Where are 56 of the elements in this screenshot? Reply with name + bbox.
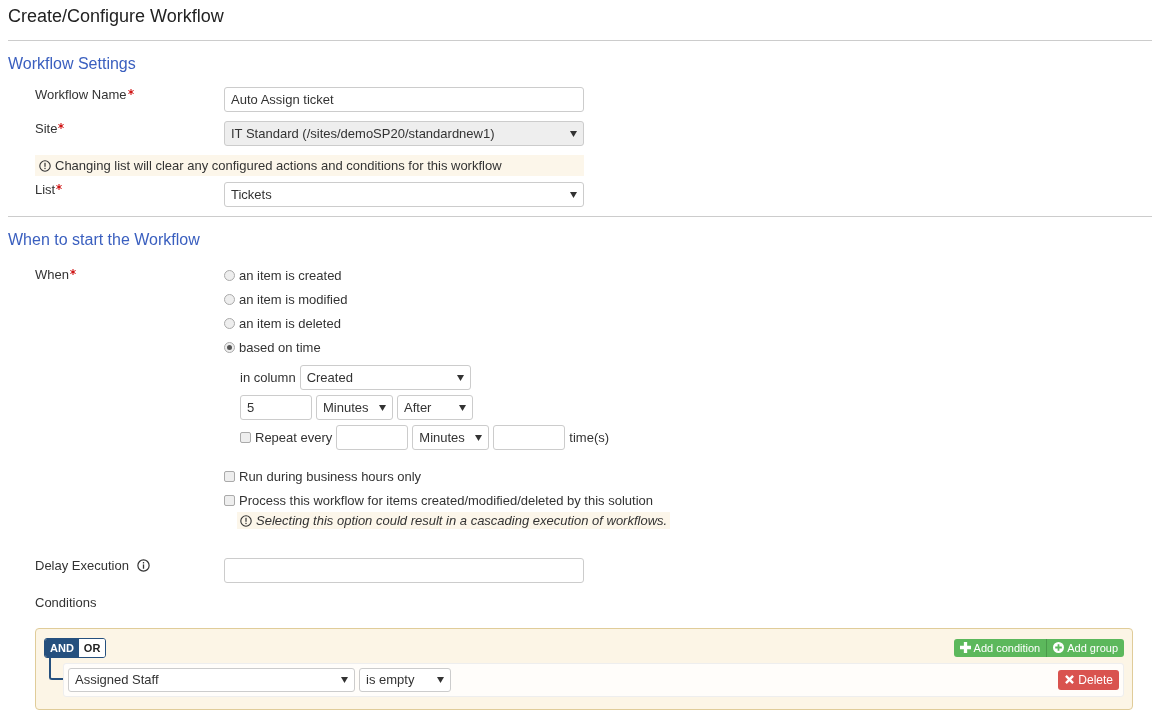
field-label: List (35, 182, 56, 197)
logic-toggle[interactable]: AND (45, 638, 79, 657)
warning-message: Changing list will clear any configured actions and conditions for this workflow (35, 155, 584, 176)
field-label: in column (240, 370, 296, 385)
caret-icon (459, 404, 466, 411)
caret-icon (570, 191, 577, 198)
field-label: Conditions (35, 594, 97, 610)
field-label: Site (35, 121, 58, 136)
caret-icon (379, 404, 386, 411)
field-label: time(s) (569, 430, 610, 445)
checkbox-label: Run during business hours only (239, 468, 422, 484)
checkbox-label: Repeat every (255, 430, 333, 445)
caret-icon (341, 676, 348, 683)
dropdown[interactable]: Assigned Staff (68, 667, 355, 692)
radio-label: an item is deleted (239, 315, 341, 331)
radio-button[interactable] (224, 293, 235, 305)
field-label: Delay Execution (35, 557, 129, 573)
radio-button[interactable] (224, 341, 235, 353)
checkbox-label: Process this workflow for items created/modified/deleted by this solution (239, 492, 654, 508)
checkbox[interactable] (224, 494, 235, 506)
info-icon[interactable] (136, 558, 150, 572)
dropdown[interactable]: After (397, 395, 473, 420)
radio-label: an item is modified (239, 291, 348, 307)
dropdown[interactable]: Minutes (316, 395, 393, 420)
input-field[interactable] (224, 557, 584, 583)
plus-circle-icon (1053, 642, 1065, 653)
warning-icon (39, 159, 51, 172)
input-field[interactable]: 5 (240, 395, 312, 420)
section-heading: When to start the Workflow (8, 231, 201, 249)
section-heading: Workflow Settings (8, 55, 137, 73)
caret-icon (570, 130, 577, 137)
radio-label: based on time (239, 339, 321, 355)
field-label: Workflow Name (35, 87, 127, 102)
input-field[interactable] (493, 425, 566, 450)
delete-button[interactable]: Delete (1058, 669, 1119, 690)
checkbox[interactable] (224, 470, 235, 482)
dropdown[interactable]: is empty (359, 667, 451, 692)
caret-icon (456, 374, 464, 381)
logic-toggle[interactable]: OR (78, 638, 106, 657)
page-title: Create/Configure Workflow (8, 6, 1152, 41)
close-icon (1064, 674, 1076, 685)
radio-label: an item is created (239, 267, 342, 283)
field-label: When (35, 267, 69, 282)
input-field[interactable]: Auto Assign ticket (224, 87, 584, 112)
radio-button[interactable] (224, 269, 235, 281)
input-field[interactable] (336, 425, 409, 450)
warning-icon (240, 514, 252, 527)
dropdown[interactable]: Minutes (412, 425, 490, 450)
caret-icon (437, 676, 444, 683)
plus-icon (959, 642, 971, 653)
dropdown[interactable]: Created (299, 365, 471, 390)
warning-message: Selecting this option could result in a cascading execution of workflows. (237, 512, 671, 529)
checkbox[interactable] (240, 432, 251, 443)
dropdown[interactable]: Tickets (224, 182, 584, 207)
caret-icon (475, 434, 483, 441)
radio-button[interactable] (224, 317, 235, 329)
